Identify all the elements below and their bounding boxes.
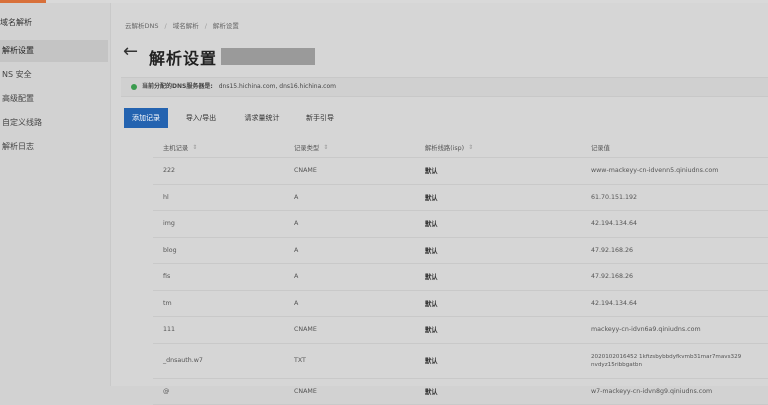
column-header-host[interactable]: 主机记录 ⇕: [163, 137, 197, 157]
table-row[interactable]: hl A 默认 61.70.151.192: [153, 185, 768, 212]
column-header-value: 记录值: [591, 137, 610, 157]
sort-icon[interactable]: ⇕: [468, 144, 473, 151]
request-stats-button[interactable]: 请求量统计: [234, 108, 290, 128]
table-row[interactable]: @ CNAME 默认 w7-mackeyy-cn-idvn8g9.qiniudn…: [153, 379, 768, 405]
records-table: 主机记录 ⇕ 记录类型 ⇕ 解析线路(isp) ⇕ 记录值 222 CNAME 默认 …: [153, 137, 768, 405]
breadcrumb-separator: /: [165, 22, 167, 30]
cell-type: CNAME: [294, 158, 317, 184]
breadcrumb: 云解析DNS / 域名解析 / 解析设置: [125, 20, 239, 30]
cell-host: _dnsauth.w7: [163, 344, 203, 378]
cell-value: mackeyy-cn-idvn6a9.qiniudns.com: [591, 317, 701, 343]
sidebar-item-ns-security[interactable]: NS 安全: [0, 64, 108, 86]
breadcrumb-item: 解析设置: [213, 22, 239, 30]
cell-value: www-mackeyy-cn-idvenn5.qiniudns.com: [591, 158, 718, 184]
cell-line: 默认: [425, 185, 438, 211]
cell-type: A: [294, 264, 298, 290]
cell-value: 42.194.134.64: [591, 211, 637, 237]
cell-line: 默认: [425, 211, 438, 237]
import-export-button[interactable]: 导入/导出: [176, 108, 226, 128]
notice-label: 当前分配的DNS服务器是:: [142, 83, 213, 90]
cell-line: 默认: [425, 317, 438, 343]
breadcrumb-item[interactable]: 域名解析: [173, 22, 199, 30]
column-header-label: 主机记录: [163, 143, 188, 152]
cell-host: fis: [163, 264, 170, 290]
cell-value: 61.70.151.192: [591, 185, 637, 211]
main-content: 云解析DNS / 域名解析 / 解析设置 ← 解析设置 当前分配的DNS服务器是: dns…: [111, 3, 768, 386]
cell-value: 2020102016452 1kfizsbybbdyfkvmb31mar7mav…: [591, 344, 768, 378]
breadcrumb-separator: /: [205, 22, 207, 30]
back-arrow-icon[interactable]: ←: [123, 43, 138, 61]
cell-value: w7-mackeyy-cn-idvn8g9.qiniudns.com: [591, 379, 712, 405]
cell-line: 默认: [425, 344, 438, 378]
table-header: 主机记录 ⇕ 记录类型 ⇕ 解析线路(isp) ⇕ 记录值: [153, 137, 768, 158]
check-circle-icon: [131, 84, 137, 90]
cell-host: tm: [163, 291, 172, 317]
cell-type: CNAME: [294, 317, 317, 343]
cell-host: img: [163, 211, 175, 237]
redacted-domain: [221, 48, 315, 65]
column-header-label: 解析线路(isp): [425, 143, 464, 152]
cell-value: 42.194.134.64: [591, 291, 637, 317]
cell-type: A: [294, 238, 298, 264]
sidebar: 域名解析 解析设置 NS 安全 高级配置 自定义线路 解析日志: [0, 3, 111, 386]
table-row[interactable]: _dnsauth.w7 TXT 默认 2020102016452 1kfizsb…: [153, 344, 768, 379]
table-row[interactable]: blog A 默认 47.92.168.26: [153, 238, 768, 265]
sidebar-title: 域名解析: [0, 17, 32, 28]
beginner-guide-button[interactable]: 新手引导: [296, 108, 344, 128]
cell-value: 47.92.168.26: [591, 264, 633, 290]
sort-icon[interactable]: ⇕: [323, 144, 328, 151]
cell-line: 默认: [425, 158, 438, 184]
table-row[interactable]: fis A 默认 47.92.168.26: [153, 264, 768, 291]
column-header-line[interactable]: 解析线路(isp) ⇕: [425, 137, 473, 157]
sidebar-item-custom-lines[interactable]: 自定义线路: [0, 112, 108, 134]
cell-host: @: [163, 379, 169, 405]
sidebar-item-advanced-config[interactable]: 高级配置: [0, 88, 108, 110]
cell-line: 默认: [425, 238, 438, 264]
table-row[interactable]: 111 CNAME 默认 mackeyy-cn-idvn6a9.qiniudns…: [153, 317, 768, 344]
cell-type: CNAME: [294, 379, 317, 405]
notice-servers: dns15.hichina.com, dns16.hichina.com: [219, 83, 336, 90]
table-row[interactable]: tm A 默认 42.194.134.64: [153, 291, 768, 318]
cell-type: TXT: [294, 344, 306, 378]
cell-host: 222: [163, 158, 175, 184]
cell-type: A: [294, 211, 298, 237]
cell-line: 默认: [425, 264, 438, 290]
page-title: 解析设置: [149, 45, 217, 69]
column-header-label: 记录类型: [294, 143, 319, 152]
cell-host: 111: [163, 317, 175, 343]
cell-value: 47.92.168.26: [591, 238, 633, 264]
dns-server-notice: 当前分配的DNS服务器是: dns15.hichina.com, dns16.hi…: [121, 77, 768, 97]
cell-line: 默认: [425, 291, 438, 317]
sort-icon[interactable]: ⇕: [192, 144, 197, 151]
sidebar-item-resolve-log[interactable]: 解析日志: [0, 136, 108, 158]
cell-type: A: [294, 291, 298, 317]
add-record-button[interactable]: 添加记录: [124, 108, 168, 128]
sidebar-item-resolve-settings[interactable]: 解析设置: [0, 40, 108, 62]
cell-host: hl: [163, 185, 169, 211]
table-row[interactable]: img A 默认 42.194.134.64: [153, 211, 768, 238]
column-header-type[interactable]: 记录类型 ⇕: [294, 137, 328, 157]
cell-type: A: [294, 185, 298, 211]
cell-host: blog: [163, 238, 177, 264]
breadcrumb-item[interactable]: 云解析DNS: [125, 22, 159, 30]
table-row[interactable]: 222 CNAME 默认 www-mackeyy-cn-idvenn5.qini…: [153, 158, 768, 185]
cell-line: 默认: [425, 379, 438, 405]
